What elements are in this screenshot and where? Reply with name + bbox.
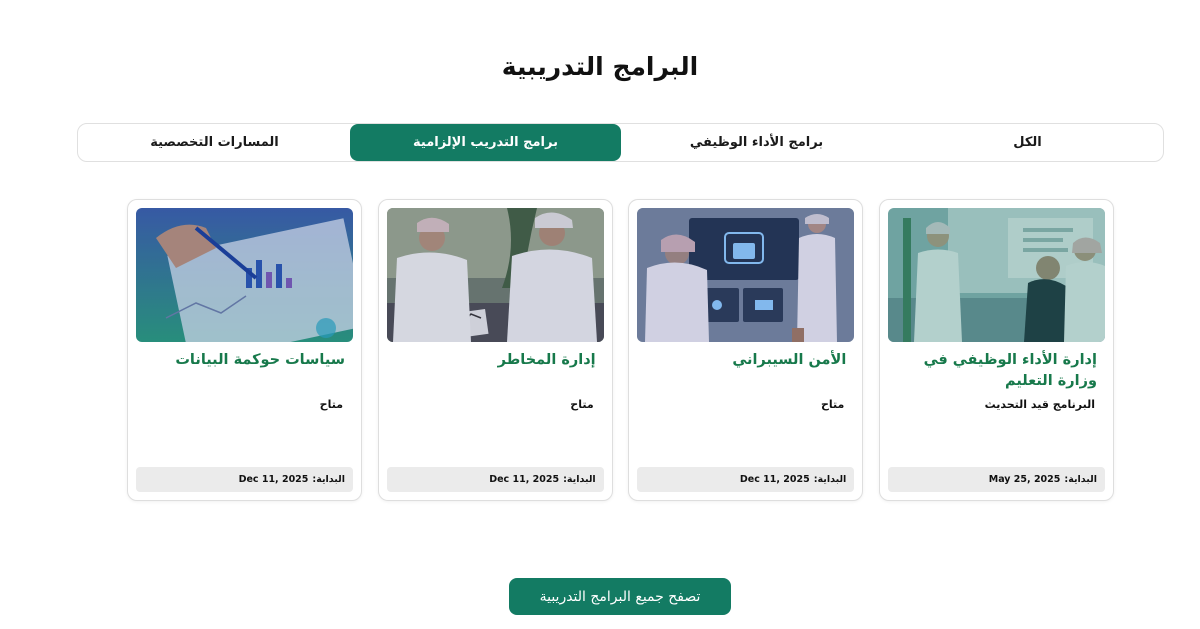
tab-mandatory-training[interactable]: برامج التدريب الإلزامية (350, 124, 621, 161)
card-title[interactable]: إدارة المخاطر (387, 350, 604, 371)
date-value: Dec 11, 2025 (489, 474, 560, 485)
date-value: Dec 11, 2025 (739, 474, 810, 485)
browse-all-programs-button[interactable]: تصفح جميع البرامج التدريبية (509, 578, 731, 615)
program-card[interactable]: إدارة المخاطر متاح البداية: Dec 11, 2025 (377, 199, 613, 501)
card-status: البرنامج قيد التحديث (984, 398, 1095, 411)
presentation-photo (887, 208, 1105, 342)
date-value: May 25, 2025 (988, 474, 1061, 485)
card-start-date: البداية: Dec 11, 2025 (637, 467, 855, 492)
card-title[interactable]: إدارة الأداء الوظيفي في وزارة التعليم (888, 350, 1105, 392)
program-cards: إدارة الأداء الوظيفي في وزارة التعليم ال… (127, 199, 1114, 501)
program-card[interactable]: إدارة الأداء الوظيفي في وزارة التعليم ال… (878, 199, 1114, 501)
card-title[interactable]: الأمن السيبراني (637, 350, 854, 371)
date-label: البداية: (1064, 474, 1097, 485)
data-charts-photo (136, 208, 353, 342)
card-status: متاح (319, 398, 343, 411)
date-label: البداية: (312, 474, 345, 485)
tab-specialized-tracks[interactable]: المسارات التخصصية (79, 124, 350, 161)
tab-performance-programs[interactable]: برامج الأداء الوظيفي (621, 124, 892, 161)
cybersecurity-photo (637, 208, 855, 342)
program-tabs: الكل برامج الأداء الوظيفي برامج التدريب … (77, 123, 1164, 162)
card-status: متاح (570, 398, 594, 411)
program-card[interactable]: الأمن السيبراني متاح البداية: Dec 11, 20… (628, 199, 864, 501)
date-label: البداية: (563, 474, 596, 485)
card-status: متاح (820, 398, 845, 411)
meeting-photo (386, 208, 604, 342)
card-title[interactable]: سياسات حوكمة البيانات (136, 350, 353, 371)
tab-all[interactable]: الكل (892, 124, 1163, 161)
card-start-date: البداية: Dec 11, 2025 (136, 467, 353, 492)
date-value: Dec 11, 2025 (238, 474, 309, 485)
page-title: البرامج التدريبية (501, 52, 699, 81)
program-card[interactable]: سياسات حوكمة البيانات متاح البداية: Dec … (127, 199, 362, 501)
card-start-date: البداية: May 25, 2025 (887, 467, 1105, 492)
card-start-date: البداية: Dec 11, 2025 (386, 467, 604, 492)
date-label: البداية: (813, 474, 847, 485)
